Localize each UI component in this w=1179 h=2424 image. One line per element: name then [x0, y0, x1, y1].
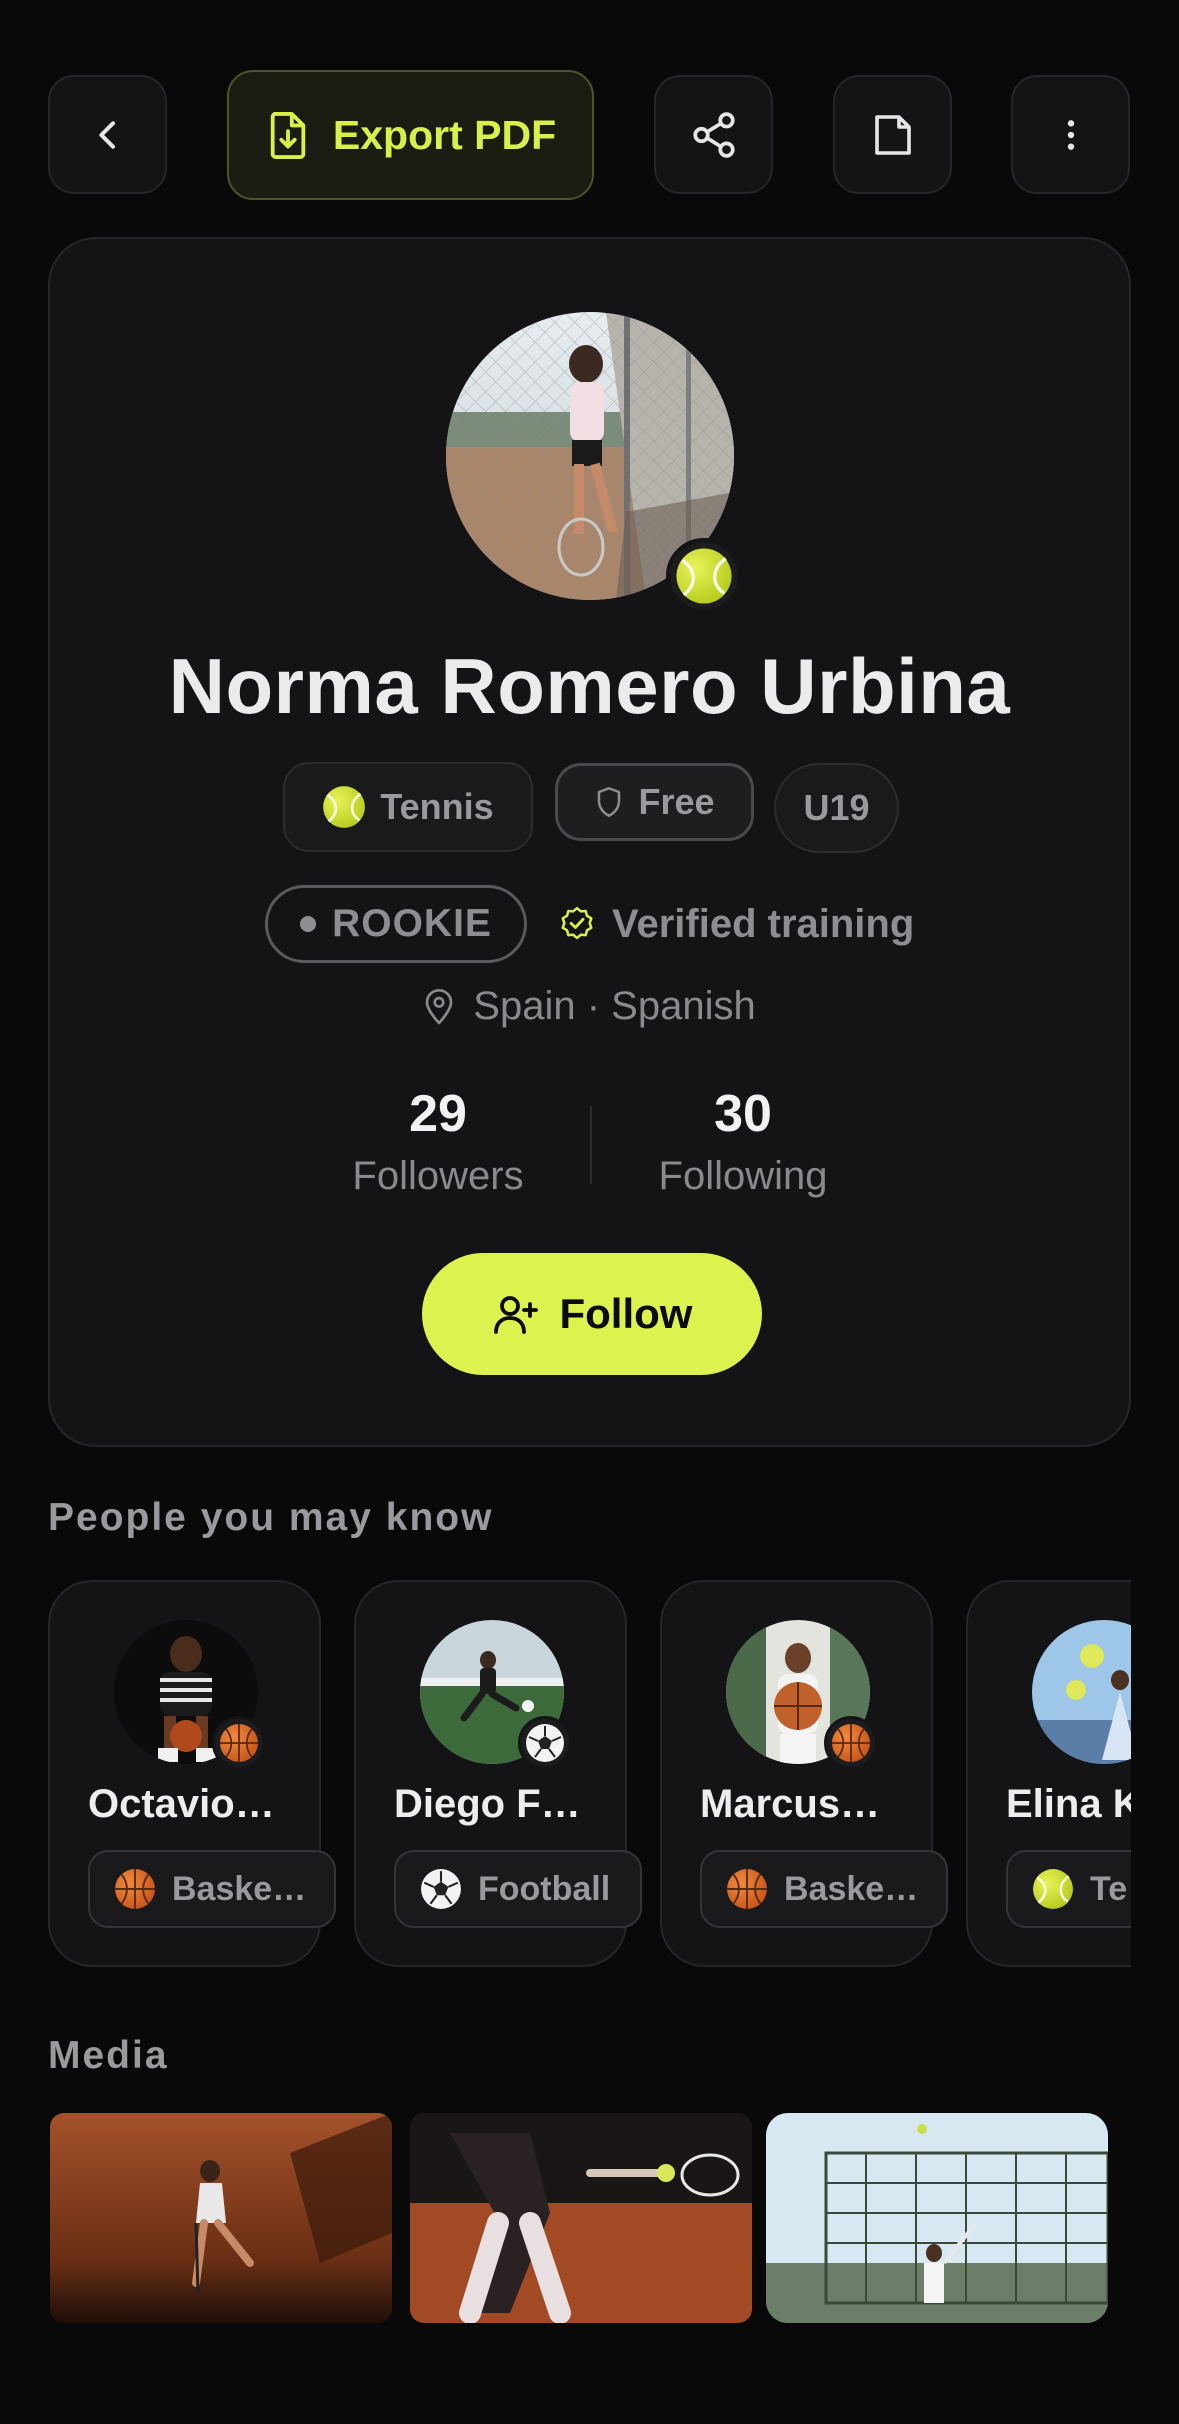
people-carousel[interactable]: Octavio… Baske… Diego F… Football Marcus…: [48, 1580, 1131, 1967]
media-thumbnail[interactable]: [766, 2113, 1108, 2323]
person-sport-chip: Football: [394, 1850, 642, 1928]
notes-button[interactable]: [833, 75, 952, 194]
follow-button-label: Follow: [559, 1290, 693, 1337]
sport-badge: [666, 538, 742, 614]
category-chip-label: U19: [803, 787, 870, 828]
category-chip: U19: [774, 763, 899, 853]
person-avatar-wrapper: [420, 1620, 572, 1770]
person-name: Octavio…: [88, 1782, 275, 1826]
top-toolbar: Export PDF: [48, 70, 1131, 200]
chevron-left-icon: [98, 120, 115, 149]
person-sport-chip: Baske…: [88, 1850, 336, 1928]
person-avatar-wrapper: [726, 1620, 878, 1770]
more-vertical-icon: [1067, 119, 1074, 150]
share-button[interactable]: [654, 75, 773, 194]
media-section-title: Media: [48, 2034, 169, 2077]
person-avatar-wrapper: [114, 1620, 266, 1770]
person-name: Elina K: [1006, 1782, 1131, 1826]
person-name: Diego F…: [394, 1782, 581, 1826]
person-avatar-wrapper: [1032, 1620, 1131, 1764]
sport-chip[interactable]: Tennis: [283, 762, 533, 852]
tennis-ball-icon: [1032, 1868, 1074, 1910]
file-download-icon: [270, 111, 306, 159]
level-badge: ROOKIE: [265, 885, 527, 963]
person-sport-chip: Te: [1006, 1850, 1131, 1928]
plan-chip-label: Free: [638, 781, 715, 822]
back-button[interactable]: [48, 75, 167, 194]
more-options-button[interactable]: [1011, 75, 1130, 194]
location-label: Spain · Spanish: [473, 984, 756, 1028]
media-thumbnail[interactable]: [50, 2113, 392, 2323]
followers-label: Followers: [352, 1154, 524, 1198]
person-card[interactable]: Elina K Te: [966, 1580, 1131, 1967]
shield-icon: [598, 787, 621, 817]
follow-button[interactable]: Follow: [422, 1253, 762, 1375]
person-card[interactable]: Diego F… Football: [354, 1580, 642, 1967]
share-icon: [692, 111, 735, 158]
verified-training-label: Verified training: [612, 901, 915, 946]
person-sport-label: Football: [478, 1869, 611, 1908]
profile-avatar-wrapper: [446, 312, 742, 614]
profile-name: Norma Romero Urbina: [168, 642, 1011, 730]
person-card[interactable]: Marcus… Baske…: [660, 1580, 948, 1967]
person-sport-label: Baske…: [172, 1869, 307, 1908]
stats-divider: [590, 1106, 592, 1184]
following-count: 30: [714, 1085, 772, 1143]
followers-count: 29: [409, 1085, 467, 1143]
media-grid: [48, 2113, 1131, 2323]
following-label: Following: [658, 1154, 828, 1198]
document-icon: [874, 114, 911, 155]
sport-badge: [824, 1716, 878, 1770]
verified-training-badge: Verified training: [558, 885, 914, 963]
profile-card: Norma Romero Urbina Tennis Free U19 ROOK…: [48, 237, 1131, 1447]
basketball-icon: [831, 1723, 871, 1763]
basketball-icon: [114, 1868, 156, 1910]
media-thumbnail[interactable]: [410, 2113, 752, 2323]
verified-check-icon: [561, 906, 593, 940]
people-section-title: People you may know: [48, 1496, 494, 1539]
level-badge-label: ROOKIE: [332, 902, 492, 945]
plan-chip: Free: [555, 763, 754, 841]
stats-row: 29 Followers 30 Following: [50, 1084, 1129, 1214]
football-icon: [525, 1723, 565, 1763]
sport-chip-label: Tennis: [380, 786, 494, 827]
basketball-icon: [726, 1868, 768, 1910]
avatar: [1032, 1620, 1131, 1764]
following-stat[interactable]: 30 Following: [603, 1084, 883, 1199]
person-name: Marcus…: [700, 1782, 881, 1826]
person-card[interactable]: Octavio… Baske…: [48, 1580, 336, 1967]
tennis-ball-icon: [322, 785, 366, 829]
sport-badge: [518, 1716, 572, 1770]
location-row: Spain · Spanish: [50, 984, 1129, 1029]
tennis-ball-icon: [675, 547, 733, 605]
followers-stat[interactable]: 29 Followers: [298, 1084, 578, 1199]
basketball-icon: [219, 1723, 259, 1763]
map-pin-icon: [425, 988, 453, 1024]
export-pdf-label: Export PDF: [332, 111, 557, 158]
sport-badge: [212, 1716, 266, 1770]
level-dot-icon: [300, 916, 317, 932]
person-sport-label: Baske…: [784, 1869, 919, 1908]
user-plus-icon: [493, 1296, 538, 1334]
person-sport-label: Te: [1090, 1869, 1128, 1908]
export-pdf-button[interactable]: Export PDF: [227, 70, 594, 200]
person-sport-chip: Baske…: [700, 1850, 948, 1928]
football-icon: [420, 1868, 462, 1910]
